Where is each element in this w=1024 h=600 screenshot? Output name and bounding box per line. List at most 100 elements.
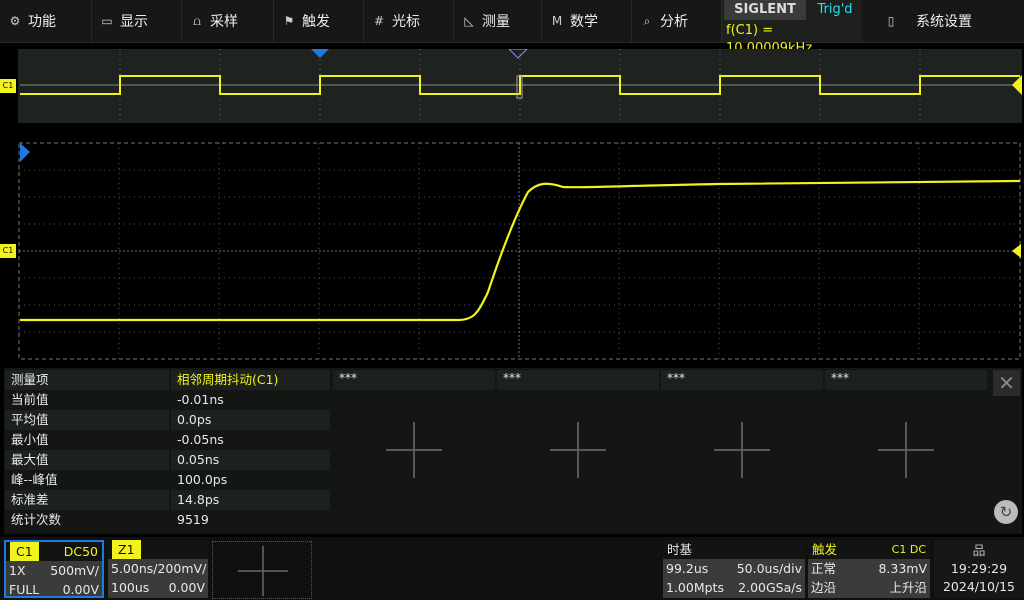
time-scale: 50.0us/div [736,561,802,576]
add-channel-slot[interactable] [212,541,312,599]
measurement-panel: 测量项 相邻周期抖动(C1) 当前值 -0.01ns 平均值 0.0ps 最小值 -0.05… [4,368,1022,534]
stat-value: 14.8ps [169,490,330,510]
stat-label: 最大值 [11,452,49,467]
zoom-time-scale: 5.00ns/ [111,561,158,576]
add-icon[interactable] [237,545,289,597]
trigger-position-marker [311,49,329,58]
stat-label: 当前值 [11,392,49,407]
channel-label: C1 [10,542,39,561]
timebase-box[interactable]: 时基 99.2us 50.0us/div 1.00Mpts 2.00GSa/s [663,540,805,598]
channel-offset-marker[interactable]: C1 [0,244,16,258]
slot-label: *** [333,370,495,390]
menu-trigger[interactable]: ⚑ 触发 [274,0,364,42]
menu-system-settings[interactable]: ▯ 系统设置 [870,0,1024,42]
trigger-level-marker [1012,75,1022,95]
measure-slot[interactable]: *** [333,370,495,532]
trigger-level-marker [1012,244,1021,258]
menu-label: 光标 [392,14,420,30]
measure-header-key: 测量项 [11,372,49,387]
menu-label: 测量 [482,14,510,30]
display-icon: ▭ [101,14,113,28]
menu-label: 数学 [570,14,598,30]
gear-icon: ⚙ [9,14,21,28]
timebase-title: 时基 [667,542,693,557]
network-icon[interactable]: 品 [934,540,1024,560]
reset-statistics-icon[interactable]: ↻ [994,500,1018,524]
trigger-title: 触发 [812,542,838,557]
measure-slot[interactable]: *** [497,370,659,532]
menu-function[interactable]: ⚙ 功能 [0,0,92,42]
coupling: DC50 [63,544,98,559]
measure-slot[interactable]: *** [825,370,987,532]
offset: 0.00V [62,582,99,597]
trigger-slope: 上升沿 [889,580,927,595]
menu-math[interactable]: M 数学 [542,0,632,42]
measure-row: 峰--峰值 100.0ps [5,470,330,490]
measure-row: 平均值 0.0ps [5,410,330,430]
stat-value: 0.0ps [169,410,330,430]
zoom-label: Z1 [112,540,141,559]
stat-value: 9519 [169,510,330,530]
trigger-box[interactable]: 触发 C1 DC 正常 8.33mV 边沿 上升沿 [808,540,930,598]
clock-date: 2024/10/15 [942,579,1016,594]
add-icon[interactable] [878,422,934,478]
zoom-offset: 0.00V [168,580,205,595]
stat-label: 标准差 [11,492,49,507]
zoom-z1-box[interactable]: Z1 5.00ns/200mV/ 100us 0.00V [108,540,208,598]
menu-label: 分析 [660,14,688,30]
stat-value: 100.0ps [169,470,330,490]
main-waveform-display[interactable] [18,142,1022,360]
probe: 1X [9,563,26,578]
overview-waveform[interactable] [18,49,1022,123]
menu-display[interactable]: ▭ 显示 [92,0,182,42]
stat-value: -0.01ns [169,390,330,410]
menu-analysis[interactable]: ⌕ 分析 [632,0,722,42]
add-icon[interactable] [386,422,442,478]
menu-label: 触发 [302,14,330,30]
measure-slot[interactable]: *** [661,370,823,532]
system-icon: ▯ [887,14,895,28]
overview-channel-marker[interactable]: C1 [0,79,16,93]
menu-bar: ⚙ 功能 ▭ 显示 ⩍ 采样 ⚑ 触发 # 光标 ◺ 测量 M 数学 ⌕ 分析 SIGLENT … [0,0,1024,56]
ruler-icon: ◺ [464,14,474,28]
slot-label: *** [825,370,987,390]
zoom-center-marker [508,49,528,59]
trigger-status: Trig'd [817,2,853,17]
measure-header-row: 测量项 相邻周期抖动(C1) [5,370,330,390]
vertical-scale: 500mV/ [50,563,99,578]
zoom-vertical-scale: 200mV/ [157,561,207,576]
channel-c1-box[interactable]: C1 DC50 1X 500mV/ FULL 0.00V [4,540,104,598]
menu-acquire[interactable]: ⩍ 采样 [182,0,274,42]
stat-label: 峰--峰值 [11,472,58,487]
stat-label: 统计次数 [11,512,62,527]
stat-value: -0.05ns [169,430,330,450]
measure-row: 当前值 -0.01ns [5,390,330,410]
close-icon[interactable]: ✕ [993,370,1020,396]
analysis-icon: ⌕ [643,13,651,28]
clock-box: 品 19:29:29 2024/10/15 [934,540,1024,598]
trigger-mode: 正常 [811,561,837,576]
clock-time: 19:29:29 [950,561,1008,576]
brand-status: SIGLENT Trig'd f(C1) = 10.00009kHz [722,0,862,56]
menu-cursor[interactable]: # 光标 [364,0,454,42]
menu-label: 显示 [120,14,148,30]
trigger-delay-marker [20,143,30,162]
stat-label: 平均值 [11,412,49,427]
zoom-delay: 100us [111,580,150,595]
measure-row: 最大值 0.05ns [5,450,330,470]
trigger-type: 边沿 [811,580,837,595]
measure-row: 最小值 -0.05ns [5,430,330,450]
acquire-icon: ⩍ [193,13,201,28]
menu-measure[interactable]: ◺ 测量 [454,0,542,42]
status-bar: C1 DC50 1X 500mV/ FULL 0.00V Z1 5.00ns/200m… [0,537,1024,600]
trigger-source: C1 DC [891,543,926,556]
memory-depth: 1.00Mpts [666,580,724,595]
slot-label: *** [497,370,659,390]
add-icon[interactable] [714,422,770,478]
trigger-level: 8.33mV [878,561,927,576]
horizontal-delay: 99.2us [666,561,709,576]
menu-label: 功能 [28,14,56,30]
add-icon[interactable] [550,422,606,478]
siglent-logo: SIGLENT [724,0,806,20]
measure-item-name[interactable]: 相邻周期抖动(C1) [169,370,330,390]
